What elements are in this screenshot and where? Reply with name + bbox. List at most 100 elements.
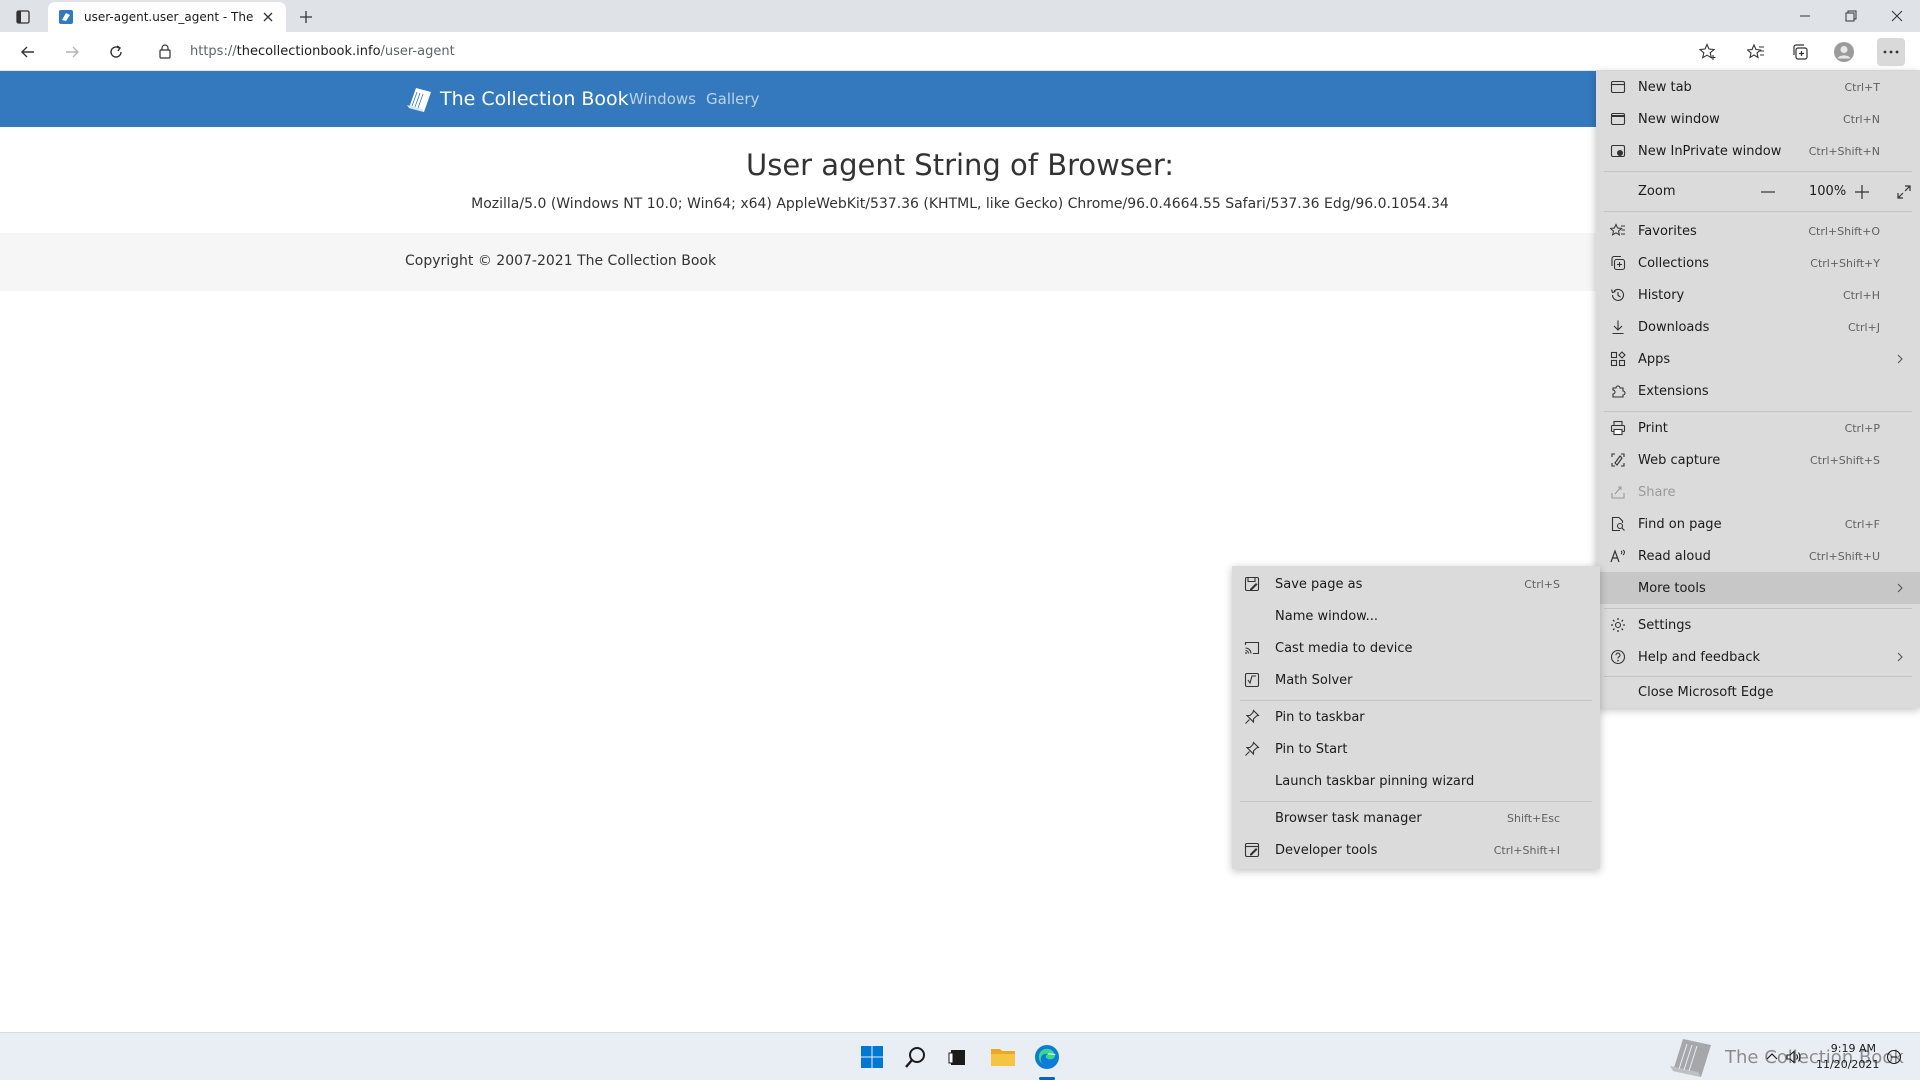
more-options-icon[interactable] — [1877, 38, 1905, 66]
volume-icon[interactable] — [1786, 1049, 1802, 1065]
site-brand-link[interactable]: The Collection Book — [404, 84, 629, 114]
chevron-up-icon[interactable] — [1764, 1049, 1780, 1065]
clock-date: 11/20/2021 — [1816, 1058, 1880, 1071]
collections-icon[interactable] — [1786, 38, 1814, 66]
restore-icon[interactable] — [1828, 0, 1874, 32]
menu-item-downloads[interactable]: Downloads Ctrl+J — [1596, 311, 1920, 343]
submenu-item-developer-tools[interactable]: Developer tools Ctrl+Shift+I — [1232, 834, 1600, 866]
browser-tab[interactable]: user-agent.user_agent - The Coll — [48, 2, 286, 32]
pin-icon — [1244, 709, 1260, 725]
history-clock-icon — [1610, 287, 1626, 303]
menu-item-help-feedback[interactable]: Help and feedback — [1596, 641, 1920, 673]
submenu-item-pin-start[interactable]: Pin to Start — [1232, 733, 1600, 765]
math-solver-icon — [1244, 672, 1260, 688]
search-icon[interactable] — [900, 1041, 932, 1073]
submenu-item-pinning-wizard[interactable]: Launch taskbar pinning wizard — [1232, 765, 1600, 797]
tab-title: user-agent.user_agent - The Coll — [84, 10, 254, 24]
profile-avatar-icon[interactable] — [1830, 38, 1858, 66]
nav-link-gallery[interactable]: Gallery — [706, 90, 759, 108]
menu-item-history[interactable]: History Ctrl+H — [1596, 279, 1920, 311]
chevron-right-icon — [1894, 651, 1906, 663]
menu-item-find-on-page[interactable]: Find on page Ctrl+F — [1596, 508, 1920, 540]
menu-item-collections[interactable]: Collections Ctrl+Shift+Y — [1596, 247, 1920, 279]
clock-time: 9:19 AM — [1830, 1042, 1876, 1055]
refresh-icon[interactable] — [102, 38, 130, 66]
window-icon — [1610, 111, 1626, 127]
collections-menu-icon — [1610, 255, 1626, 271]
cast-icon — [1244, 640, 1260, 656]
favorites-star-icon — [1610, 223, 1626, 239]
developer-tools-icon — [1244, 842, 1260, 858]
share-icon — [1610, 484, 1626, 500]
back-icon[interactable] — [14, 38, 42, 66]
submenu-item-task-manager[interactable]: Browser task manager Shift+Esc — [1232, 802, 1600, 834]
notifications-icon[interactable] — [1886, 1049, 1902, 1065]
menu-item-more-tools[interactable]: More tools — [1596, 572, 1920, 604]
title-bar: user-agent.user_agent - The Coll — [0, 0, 1920, 32]
windows-taskbar: The Collection Book 9:19 AM 11/20/2021 — [0, 1032, 1920, 1080]
chevron-right-icon — [1894, 582, 1906, 594]
save-page-icon — [1244, 576, 1260, 592]
menu-item-read-aloud[interactable]: Read aloud Ctrl+Shift+U — [1596, 540, 1920, 572]
menu-item-extensions[interactable]: Extensions — [1596, 375, 1920, 407]
fullscreen-icon[interactable] — [1894, 183, 1914, 201]
inprivate-icon — [1610, 143, 1626, 159]
extensions-puzzle-icon — [1610, 383, 1626, 399]
forward-icon — [58, 38, 86, 66]
add-favorite-icon[interactable] — [1694, 38, 1722, 66]
read-aloud-icon — [1610, 548, 1626, 564]
menu-item-settings[interactable]: Settings — [1596, 609, 1920, 641]
zoom-level: 100% — [1809, 183, 1847, 199]
nav-link-windows[interactable]: Windows — [629, 90, 696, 108]
submenu-item-pin-taskbar[interactable]: Pin to taskbar — [1232, 701, 1600, 733]
menu-separator — [1604, 211, 1912, 212]
menu-item-print[interactable]: Print Ctrl+P — [1596, 412, 1920, 444]
help-question-icon — [1610, 649, 1626, 665]
new-tab-icon[interactable] — [294, 5, 318, 29]
download-icon — [1610, 319, 1626, 335]
submenu-item-math-solver[interactable]: Math Solver — [1232, 664, 1600, 696]
submenu-item-name-window[interactable]: Name window... — [1232, 600, 1600, 632]
file-explorer-icon[interactable] — [987, 1041, 1019, 1073]
menu-item-zoom: Zoom 100% — [1596, 175, 1920, 207]
address-bar[interactable]: https://thecollectionbook.info/user-agen… — [146, 36, 1706, 66]
close-window-icon[interactable] — [1874, 0, 1920, 32]
menu-item-new-tab[interactable]: New tab Ctrl+T — [1596, 71, 1920, 103]
menu-item-apps[interactable]: Apps — [1596, 343, 1920, 375]
copyright-text: Copyright © 2007-2021 The Collection Boo… — [405, 253, 717, 269]
zoom-out-icon[interactable] — [1758, 183, 1778, 201]
submenu-item-cast-media[interactable]: Cast media to device — [1232, 632, 1600, 664]
start-windows-icon[interactable] — [856, 1041, 888, 1073]
find-page-icon — [1610, 516, 1626, 532]
menu-separator — [1604, 171, 1912, 172]
more-tools-submenu: Save page as Ctrl+S Name window... Cast … — [1232, 566, 1600, 869]
browser-settings-menu: New tab Ctrl+T New window Ctrl+N New InP… — [1596, 71, 1920, 708]
gear-icon — [1610, 617, 1626, 633]
zoom-in-icon[interactable] — [1852, 183, 1872, 201]
site-favicon-icon — [58, 9, 74, 25]
web-capture-icon — [1610, 452, 1626, 468]
tab-actions-icon[interactable] — [9, 5, 37, 29]
submenu-item-save-page[interactable]: Save page as Ctrl+S — [1232, 568, 1600, 600]
browser-toolbar: https://thecollectionbook.info/user-agen… — [0, 32, 1920, 71]
taskbar-clock[interactable]: 9:19 AM 11/20/2021 — [1816, 1041, 1880, 1073]
site-brand-text: The Collection Book — [440, 88, 629, 110]
address-url: https://thecollectionbook.info/user-agen… — [190, 43, 455, 59]
new-tab-page-icon — [1610, 79, 1626, 95]
menu-item-new-inprivate[interactable]: New InPrivate window Ctrl+Shift+N — [1596, 135, 1920, 167]
menu-item-new-window[interactable]: New window Ctrl+N — [1596, 103, 1920, 135]
favorites-icon[interactable] — [1742, 38, 1770, 66]
edge-browser-icon[interactable] — [1031, 1041, 1063, 1073]
menu-item-favorites[interactable]: Favorites Ctrl+Shift+O — [1596, 215, 1920, 247]
book-logo-icon — [404, 84, 434, 114]
apps-grid-icon — [1610, 351, 1626, 367]
task-view-icon[interactable] — [942, 1041, 974, 1073]
chevron-right-icon — [1894, 353, 1906, 365]
close-tab-icon[interactable] — [260, 9, 276, 25]
printer-icon — [1610, 420, 1626, 436]
lock-icon[interactable] — [158, 43, 174, 59]
minimize-icon[interactable] — [1782, 0, 1828, 32]
menu-item-close-edge[interactable]: Close Microsoft Edge — [1596, 676, 1920, 708]
menu-item-web-capture[interactable]: Web capture Ctrl+Shift+S — [1596, 444, 1920, 476]
pin-icon — [1244, 741, 1260, 757]
